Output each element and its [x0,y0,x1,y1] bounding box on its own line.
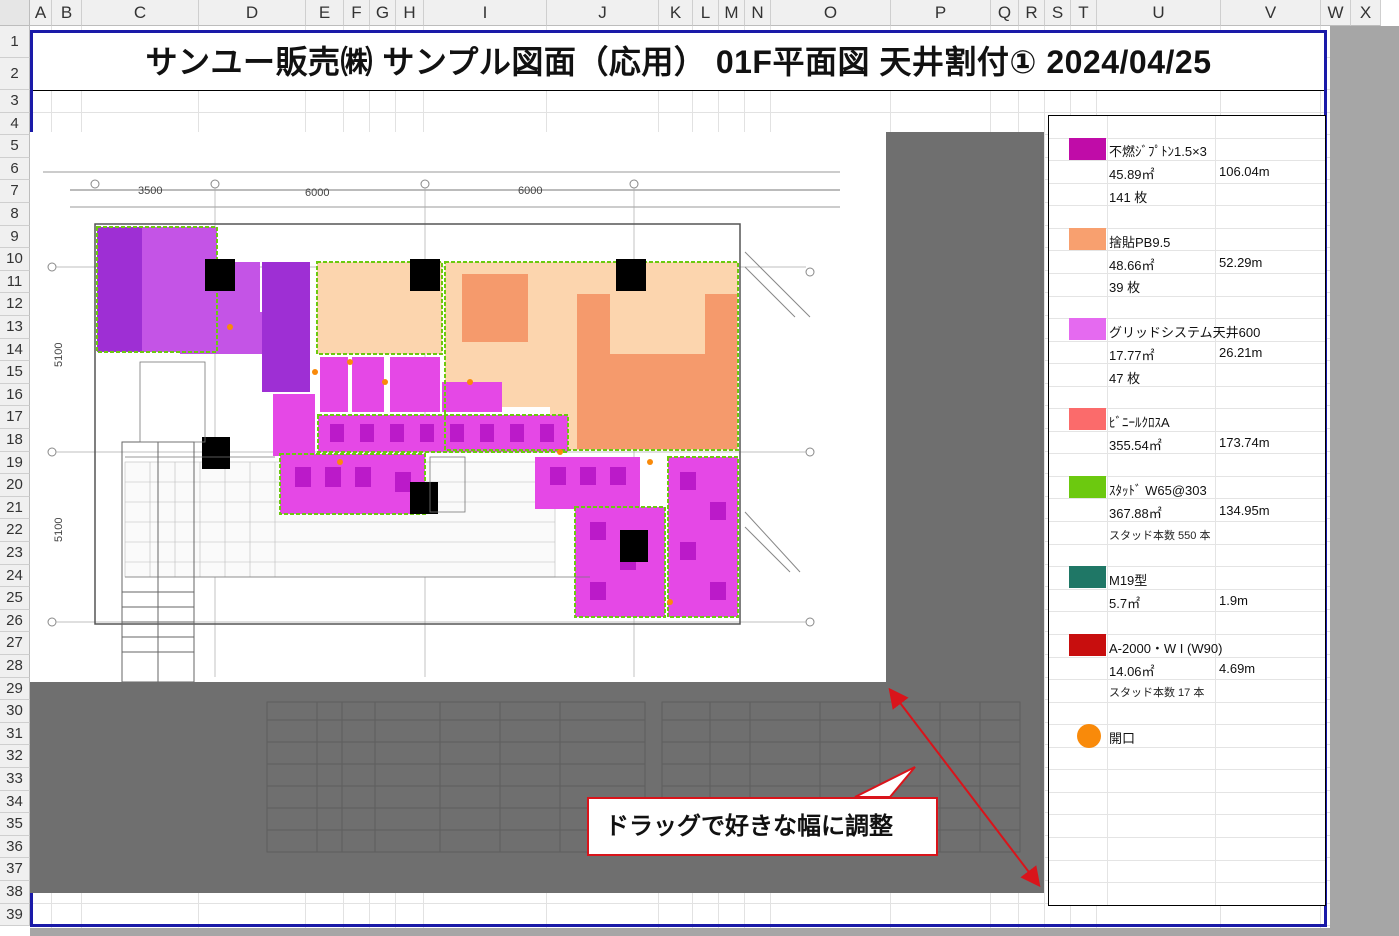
drag-hint-callout: ドラッグで好きな幅に調整 [587,797,938,856]
drag-arrow [854,687,1041,888]
callout-text: ドラッグで好きな幅に調整 [605,813,893,840]
spreadsheet[interactable]: ABCDEFGHIJKLMNOPQRSTUVWX 1 2 3 4 5 6 7 8 9 10 11 12… [0,0,1399,936]
